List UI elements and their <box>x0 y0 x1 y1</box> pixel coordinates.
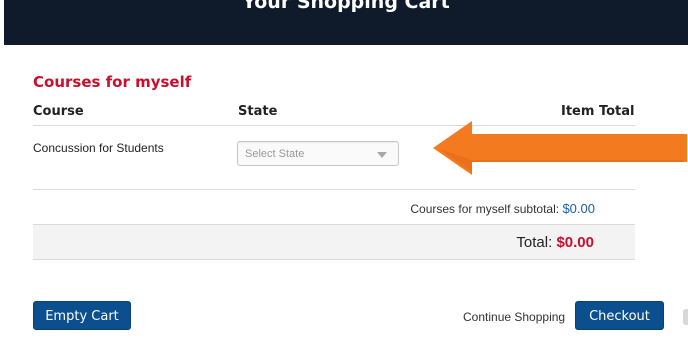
subtotal-label: Courses for myself subtotal: <box>410 202 560 216</box>
total-label: Total: <box>516 234 553 251</box>
total-divider <box>33 259 635 260</box>
subtotal-value: $0.00 <box>562 201 595 216</box>
state-select-placeholder: Select State <box>245 148 305 160</box>
page-title: Your Shopping Cart <box>242 0 450 13</box>
checkout-button[interactable]: Checkout <box>575 301 664 330</box>
continue-shopping-link[interactable]: Continue Shopping <box>463 310 565 324</box>
header-bar: Your Shopping Cart <box>4 0 688 45</box>
column-header-course: Course <box>33 104 84 119</box>
column-header-state: State <box>238 104 278 119</box>
total-row: Total: $0.00 <box>33 225 635 259</box>
subtotal-line: Courses for myself subtotal: $0.00 <box>410 201 595 216</box>
column-header-item-total: Item Total <box>561 104 635 119</box>
course-name: Concussion for Students <box>33 141 164 155</box>
total-line: Total: $0.00 <box>516 234 594 251</box>
arrow-left-icon <box>433 121 687 175</box>
section-title: Courses for myself <box>33 73 192 91</box>
chevron-down-icon <box>377 152 387 158</box>
state-select[interactable]: Select State <box>237 141 399 166</box>
row-divider <box>33 189 635 190</box>
edge-widget <box>683 309 688 325</box>
empty-cart-button[interactable]: Empty Cart <box>33 301 131 330</box>
total-value: $0.00 <box>556 234 594 251</box>
